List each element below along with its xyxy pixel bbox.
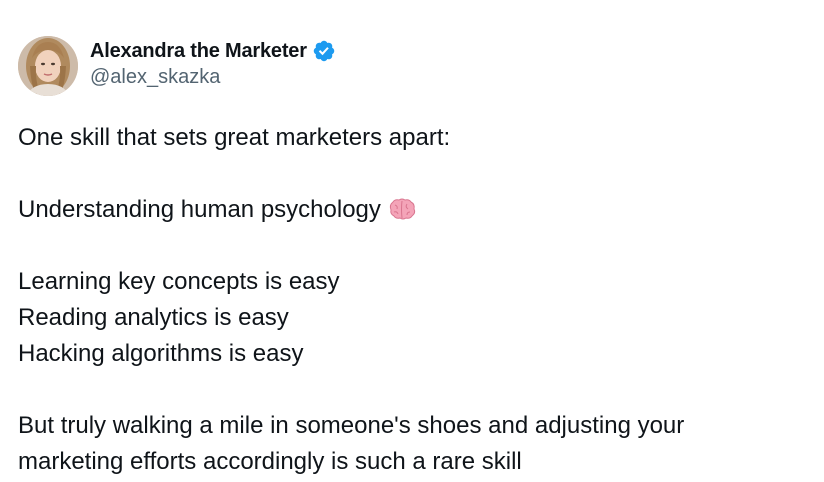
tweet-card: Alexandra the Marketer @alex_skazka One … bbox=[0, 0, 824, 482]
author-display-name[interactable]: Alexandra the Marketer bbox=[90, 40, 307, 63]
avatar[interactable] bbox=[18, 36, 78, 96]
author-handle[interactable]: @alex_skazka bbox=[90, 66, 220, 89]
avatar-photo bbox=[18, 36, 78, 96]
tweet-line: But truly walking a mile in someone's sh… bbox=[18, 412, 685, 439]
tweet-line: One skill that sets great marketers apar… bbox=[18, 124, 451, 151]
tweet-line-text: Understanding human psychology bbox=[18, 196, 381, 223]
author-name-row: Alexandra the Marketer bbox=[90, 38, 336, 64]
tweet-line: Hacking algorithms is easy bbox=[18, 340, 304, 367]
tweet-line: Understanding human psychology bbox=[18, 192, 808, 228]
verified-badge-icon[interactable] bbox=[312, 39, 336, 63]
brain-emoji-icon bbox=[387, 196, 417, 220]
tweet-text: One skill that sets great marketers apar… bbox=[18, 120, 808, 480]
tweet-line: Learning key concepts is easy bbox=[18, 268, 340, 295]
tweet-line: marketing efforts accordingly is such a … bbox=[18, 448, 522, 475]
tweet-line: Reading analytics is easy bbox=[18, 304, 289, 331]
